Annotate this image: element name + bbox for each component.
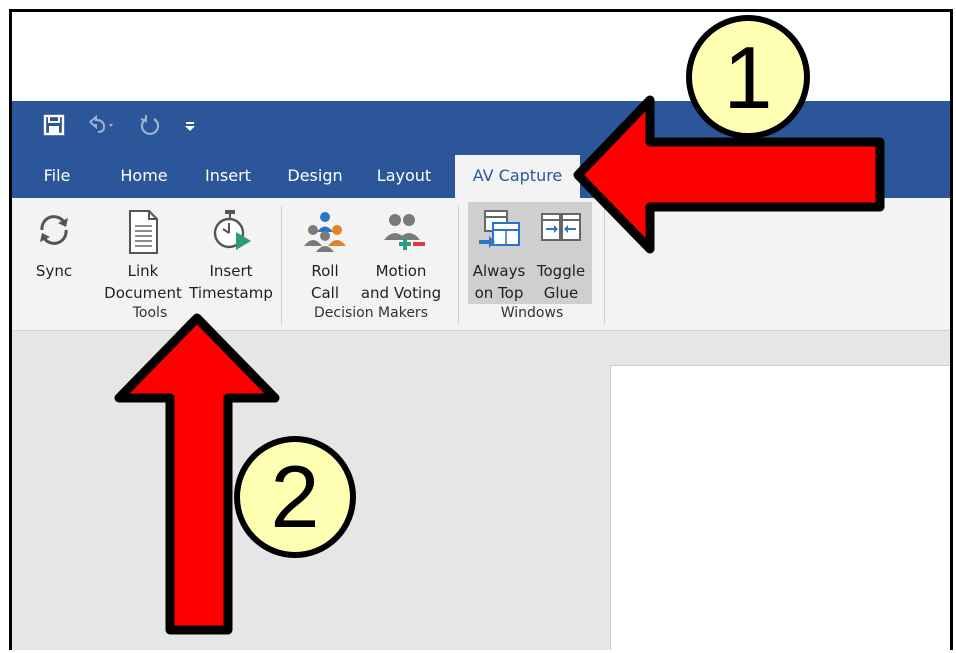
link-document-label-line1: Link [127,262,159,280]
ribbon-panel: Sync Link Document Insert Timestamp Tool… [12,198,950,331]
roll-call-label-line2: Call [310,284,339,302]
save-icon[interactable] [42,113,68,139]
tab-home[interactable]: Home [110,155,178,198]
people-group-icon [303,208,347,252]
insert-timestamp-label-line2: Timestamp [189,284,273,302]
document-workspace [12,331,950,650]
group-label-tools: Tools [132,305,168,321]
roll-call-button[interactable]: Roll Call [295,202,355,304]
sync-icon [32,208,76,252]
glue-windows-icon [539,208,583,252]
screenshot-frame: File Home Insert Design Layout AV Captur… [9,9,953,650]
group-separator [281,206,282,324]
link-document-button[interactable]: Link Document [98,202,188,304]
group-label-decision-makers: Decision Makers [314,305,428,321]
roll-call-label-line1: Roll [311,262,339,280]
always-on-top-label-line2: on Top [474,284,524,302]
always-on-top-button[interactable]: Always on Top [468,202,530,304]
sync-button[interactable]: Sync [22,202,86,304]
tab-file[interactable]: File [30,155,84,198]
document-icon [121,208,165,254]
link-document-label-line2: Document [104,284,182,302]
toggle-glue-button[interactable]: Toggle Glue [530,202,592,304]
sync-label: Sync [35,262,73,280]
always-on-top-label-line1: Always [472,262,526,280]
insert-timestamp-label-line1: Insert [209,262,253,280]
motion-and-voting-label-line2: and Voting [360,284,442,302]
undo-icon[interactable] [84,113,118,139]
toggle-glue-label-line2: Glue [543,284,579,302]
tab-insert[interactable]: Insert [196,155,260,198]
group-separator [604,206,605,324]
people-vote-icon [379,208,425,252]
tab-design[interactable]: Design [280,155,350,198]
insert-timestamp-button[interactable]: Insert Timestamp [188,202,274,304]
tab-av-capture[interactable]: AV Capture [455,155,580,198]
ribbon-tabs: File Home Insert Design Layout AV Captur… [12,155,950,198]
stopwatch-play-icon [209,208,253,252]
redo-icon[interactable] [138,113,164,139]
window-pin-icon [477,208,521,252]
motion-and-voting-button[interactable]: Motion and Voting [355,202,447,304]
toggle-glue-label-line1: Toggle [536,262,586,280]
tab-layout[interactable]: Layout [368,155,440,198]
document-page[interactable] [610,365,950,650]
customize-qat-icon[interactable] [180,113,200,139]
motion-and-voting-label-line1: Motion [375,262,427,280]
group-separator [458,206,459,324]
title-bar [12,101,950,155]
group-label-windows: Windows [500,305,564,321]
